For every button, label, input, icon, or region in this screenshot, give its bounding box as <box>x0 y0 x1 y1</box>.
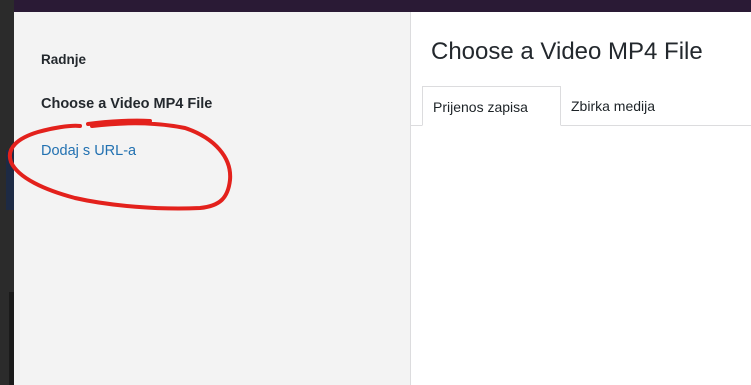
media-modal: Radnje Choose a Video MP4 File Dodaj s U… <box>14 12 751 385</box>
sidebar-link-add-from-url[interactable]: Dodaj s URL-a <box>41 143 136 159</box>
screenshot-stage: Radnje Choose a Video MP4 File Dodaj s U… <box>0 0 751 385</box>
sidebar-heading: Radnje <box>41 52 87 67</box>
media-tabs: Prijenos zapisa Zbirka medija <box>422 86 751 126</box>
tab-media-library[interactable]: Zbirka medija <box>561 86 681 125</box>
backdrop-fragment <box>6 150 14 210</box>
sidebar-item-choose-video[interactable]: Choose a Video MP4 File <box>41 96 212 112</box>
backdrop-top-bar <box>0 0 751 12</box>
page-title: Choose a Video MP4 File <box>431 38 703 65</box>
tab-upload-files[interactable]: Prijenos zapisa <box>422 86 561 126</box>
media-sidebar: Radnje Choose a Video MP4 File Dodaj s U… <box>14 12 411 385</box>
media-main-panel: Choose a Video MP4 File Prijenos zapisa … <box>411 12 751 385</box>
